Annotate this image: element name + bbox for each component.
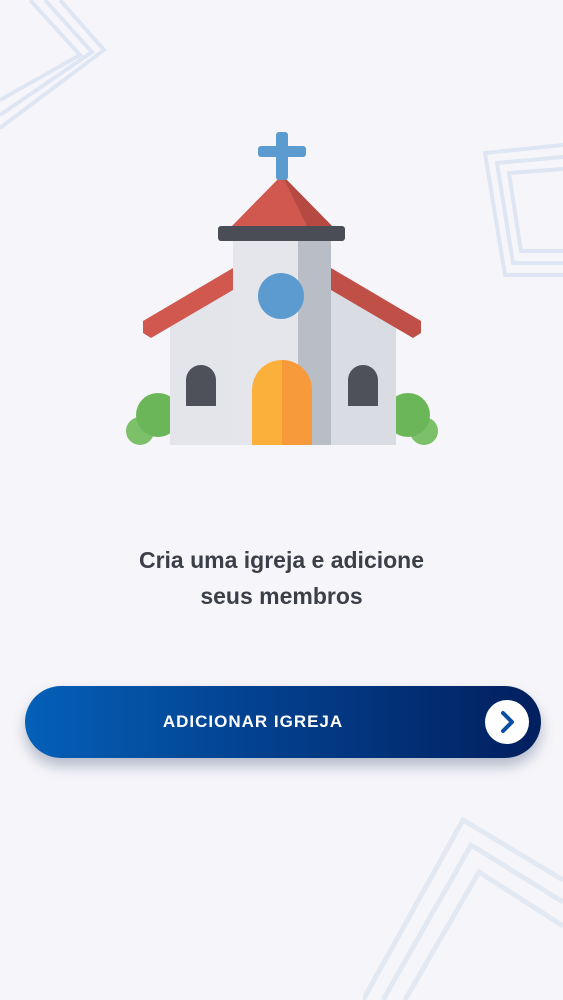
chevron-right-icon[interactable] — [485, 700, 529, 744]
add-church-button-label: ADICIONAR IGREJA — [162, 712, 344, 731]
decorative-frame-bottom-right — [363, 816, 563, 1000]
decorative-frame-top-right — [483, 143, 563, 277]
headline-line-1: Cria uma igreja e adicione — [138, 547, 425, 573]
add-church-button[interactable]: ADICIONAR IGREJA — [25, 686, 541, 758]
onboarding-headline: Cria uma igreja e adicione seus membros — [40, 542, 523, 614]
headline-line-2: seus membros — [200, 583, 363, 609]
church-icon — [126, 132, 438, 445]
decorative-frame-top-left — [0, 0, 107, 130]
